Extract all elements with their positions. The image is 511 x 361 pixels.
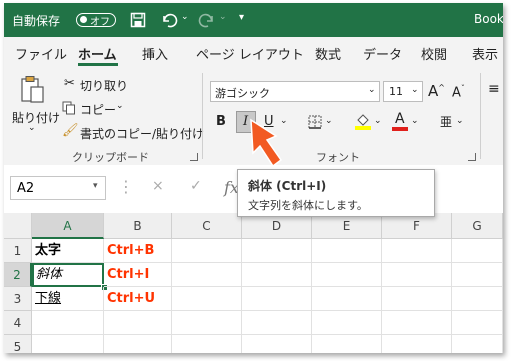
copy-icon[interactable] bbox=[62, 101, 76, 115]
excel-window: 自動保存 オフ ⌄ ⌄ ▾ Book ファイル ホーム 挿入 ページ レイアウト… bbox=[4, 3, 503, 353]
font-size-combo[interactable]: 11 ⌄ bbox=[383, 81, 423, 102]
title-bar: 自動保存 オフ ⌄ ⌄ ▾ Book bbox=[4, 3, 503, 37]
font-size-dropdown-icon[interactable]: ⌄ bbox=[411, 85, 419, 95]
group-separator bbox=[480, 73, 481, 159]
font-name-combo[interactable]: 游ゴシック ⌄ bbox=[210, 81, 380, 102]
clipboard-launcher-icon[interactable] bbox=[190, 153, 198, 161]
empty-cells[interactable] bbox=[172, 287, 503, 311]
paste-label[interactable]: 貼り付け bbox=[12, 109, 60, 126]
font-name-value: 游ゴシック bbox=[215, 87, 270, 100]
group-separator bbox=[202, 73, 203, 159]
borders-dropdown-icon[interactable]: ⌄ bbox=[325, 116, 333, 126]
font-color-dropdown-icon[interactable]: ⌄ bbox=[411, 116, 419, 126]
gridline bbox=[311, 239, 312, 353]
worksheet-grid: A B C D E F G 1 太字 Ctrl+B 2 斜体 Ctrl+I 3 … bbox=[4, 213, 503, 353]
align-icon[interactable]: ≡ bbox=[488, 81, 500, 97]
active-tab-indicator bbox=[78, 63, 118, 66]
shrink-font-icon[interactable]: Aˇ bbox=[452, 84, 465, 100]
format-painter-label[interactable]: 書式のコピー/貼り付け bbox=[80, 125, 204, 142]
row-header[interactable]: 1 bbox=[4, 239, 32, 263]
autosave-label: 自動保存 bbox=[12, 14, 61, 28]
customize-qat-icon[interactable]: ▾ bbox=[239, 12, 244, 23]
redo-icon[interactable] bbox=[198, 12, 216, 28]
row-header[interactable]: 4 bbox=[4, 311, 32, 335]
tab-page-layout[interactable]: ページ レイアウト bbox=[196, 44, 304, 63]
cell-b5[interactable] bbox=[104, 335, 172, 353]
cell-a3[interactable]: 下線 bbox=[32, 287, 104, 311]
column-header-g[interactable]: G bbox=[452, 213, 503, 239]
select-all-corner[interactable] bbox=[4, 213, 32, 239]
tab-view[interactable]: 表示 bbox=[472, 44, 498, 63]
paste-icon[interactable] bbox=[20, 75, 46, 105]
phonetic-dropdown-icon[interactable]: ⌄ bbox=[456, 116, 464, 126]
column-header-c[interactable]: C bbox=[172, 213, 242, 239]
cell-a5[interactable] bbox=[32, 335, 104, 353]
empty-cells[interactable] bbox=[172, 335, 503, 353]
paste-dropdown-icon[interactable]: ⌄ bbox=[28, 123, 36, 133]
drag-handle-icon[interactable]: ⋮ bbox=[118, 177, 134, 196]
name-box[interactable]: A2 ▾ bbox=[10, 176, 106, 200]
empty-cells[interactable] bbox=[172, 311, 503, 335]
gridline bbox=[241, 239, 242, 353]
cell-b1[interactable]: Ctrl+B bbox=[104, 239, 172, 263]
gridline bbox=[381, 239, 382, 353]
undo-icon[interactable] bbox=[160, 12, 178, 28]
pointer-arrow-icon bbox=[250, 118, 283, 168]
borders-icon[interactable] bbox=[308, 115, 322, 129]
font-color-icon[interactable]: A bbox=[392, 109, 408, 131]
cell-a1[interactable]: 太字 bbox=[32, 239, 104, 263]
row-header[interactable]: 3 bbox=[4, 287, 32, 311]
name-box-value: A2 bbox=[17, 181, 35, 196]
phonetic-icon[interactable]: 亜 bbox=[440, 113, 452, 130]
format-painter-icon[interactable]: 🖌 bbox=[62, 123, 79, 138]
tab-file[interactable]: ファイル bbox=[15, 44, 67, 63]
cell-b3[interactable]: Ctrl+U bbox=[104, 287, 172, 311]
name-box-dropdown-icon[interactable]: ▾ bbox=[93, 181, 98, 191]
tooltip-title: 斜体 (Ctrl+I) bbox=[248, 179, 327, 193]
tab-review[interactable]: 校閲 bbox=[421, 44, 447, 63]
column-header-a[interactable]: A bbox=[32, 213, 104, 239]
copy-dropdown-icon[interactable]: ⌄ bbox=[116, 101, 124, 111]
gridline bbox=[451, 239, 452, 353]
cell-b2[interactable]: Ctrl+I bbox=[104, 263, 172, 287]
document-title: Book bbox=[474, 12, 503, 26]
empty-cells[interactable] bbox=[172, 239, 503, 263]
enter-icon[interactable]: ✓ bbox=[190, 178, 202, 194]
cell-a4[interactable] bbox=[32, 311, 104, 335]
font-group-label: フォント bbox=[316, 151, 360, 164]
undo-dropdown-icon[interactable]: ⌄ bbox=[181, 12, 189, 22]
font-launcher-icon[interactable] bbox=[468, 153, 476, 161]
column-header-b[interactable]: B bbox=[104, 213, 172, 239]
font-name-dropdown-icon[interactable]: ⌄ bbox=[368, 85, 376, 95]
redo-dropdown-icon[interactable]: ⌄ bbox=[219, 12, 227, 22]
tab-data[interactable]: データ bbox=[363, 44, 402, 63]
empty-cells[interactable] bbox=[172, 263, 503, 287]
save-icon[interactable] bbox=[130, 12, 146, 28]
tab-home[interactable]: ホーム bbox=[78, 44, 117, 63]
font-color-swatch bbox=[392, 127, 408, 131]
tooltip-description: 文字列を斜体にします。 bbox=[248, 199, 368, 212]
row-header[interactable]: 5 bbox=[4, 335, 32, 353]
tab-formulas[interactable]: 数式 bbox=[315, 44, 341, 63]
cut-label[interactable]: 切り取り bbox=[80, 77, 128, 94]
fill-color-icon[interactable] bbox=[354, 111, 372, 131]
cell-b4[interactable] bbox=[104, 311, 172, 335]
italic-tooltip: 斜体 (Ctrl+I) 文字列を斜体にします。 bbox=[237, 169, 435, 217]
cancel-icon[interactable]: × bbox=[152, 178, 164, 194]
fill-color-dropdown-icon[interactable]: ⌄ bbox=[374, 116, 382, 126]
ribbon-tabs: ファイル ホーム 挿入 ページ レイアウト 数式 データ 校閲 表示 bbox=[4, 37, 503, 67]
toggle-knob bbox=[80, 16, 87, 23]
scissors-icon[interactable]: ✂ bbox=[64, 76, 75, 91]
cell-a2-selected[interactable]: 斜体 bbox=[32, 263, 104, 287]
bold-button[interactable]: B bbox=[216, 114, 226, 129]
copy-label[interactable]: コピー bbox=[80, 101, 116, 118]
row-header[interactable]: 2 bbox=[4, 263, 32, 287]
tab-insert[interactable]: 挿入 bbox=[142, 44, 168, 63]
autosave-state: オフ bbox=[90, 17, 110, 28]
font-size-value: 11 bbox=[389, 85, 403, 98]
autosave-toggle[interactable]: オフ bbox=[76, 13, 116, 28]
clipboard-group-label: クリップボード bbox=[72, 151, 149, 164]
grow-font-icon[interactable]: A^ bbox=[428, 82, 445, 100]
